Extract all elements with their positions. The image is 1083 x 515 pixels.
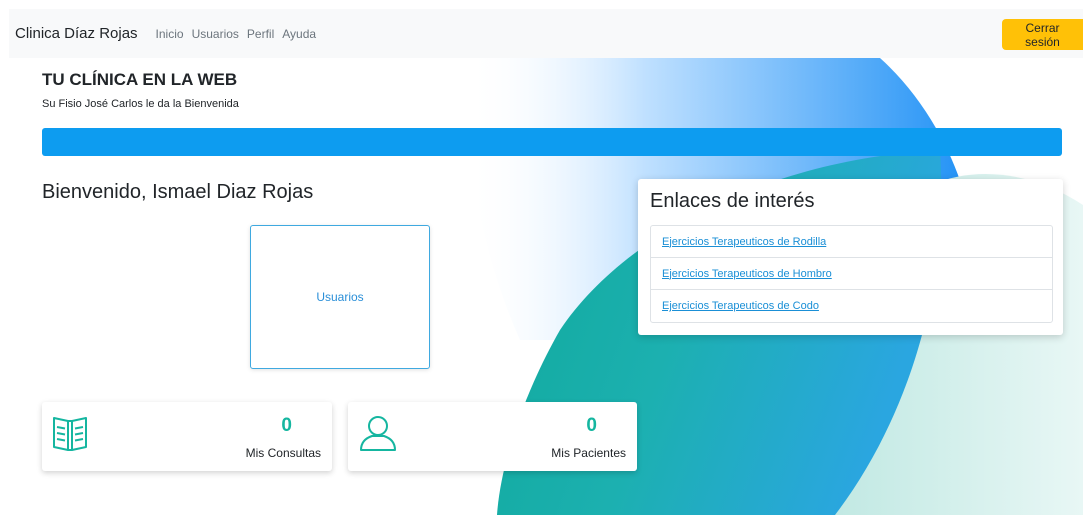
hero-banner-bar — [42, 128, 1062, 156]
nav-link-perfil[interactable]: Perfil — [247, 27, 274, 41]
link-list: Ejercicios Terapeuticos de Rodilla Ejerc… — [650, 225, 1053, 323]
stat-card-consultas: 0 Mis Consultas — [42, 402, 332, 471]
link-hombro[interactable]: Ejercicios Terapeuticos de Hombro — [662, 268, 832, 280]
nav-link-ayuda[interactable]: Ayuda — [282, 27, 316, 41]
link-codo[interactable]: Ejercicios Terapeuticos de Codo — [662, 300, 819, 312]
consultas-count: 0 — [281, 415, 292, 436]
book-icon — [52, 414, 88, 457]
user-icon — [358, 414, 398, 457]
links-card: Enlaces de interés Ejercicios Terapeutic… — [638, 179, 1063, 335]
list-item: Ejercicios Terapeuticos de Codo — [651, 290, 1052, 322]
nav-link-usuarios[interactable]: Usuarios — [192, 27, 239, 41]
links-title: Enlaces de interés — [650, 190, 815, 212]
logout-button[interactable]: Cerrar sesión — [1002, 19, 1083, 50]
welcome-heading: Bienvenido, Ismael Diaz Rojas — [42, 181, 314, 203]
pacientes-count: 0 — [586, 415, 597, 436]
stat-card-pacientes: 0 Mis Pacientes — [348, 402, 637, 471]
hero-title: TU CLÍNICA EN LA WEB — [42, 70, 238, 89]
nav-link-inicio[interactable]: Inicio — [156, 27, 184, 41]
pacientes-label: Mis Pacientes — [551, 446, 626, 460]
list-item: Ejercicios Terapeuticos de Hombro — [651, 258, 1052, 290]
users-card-label: Usuarios — [316, 290, 364, 304]
consultas-label: Mis Consultas — [245, 446, 321, 460]
hero-subtitle: Su Fisio José Carlos le da la Bienvenida — [42, 98, 239, 110]
users-card[interactable]: Usuarios — [250, 225, 430, 369]
link-rodilla[interactable]: Ejercicios Terapeuticos de Rodilla — [662, 236, 826, 248]
brand-link[interactable]: Clinica Díaz Rojas — [15, 25, 138, 42]
list-item: Ejercicios Terapeuticos de Rodilla — [651, 226, 1052, 258]
top-navbar: Clinica Díaz Rojas Inicio Usuarios Perfi… — [9, 9, 1083, 58]
